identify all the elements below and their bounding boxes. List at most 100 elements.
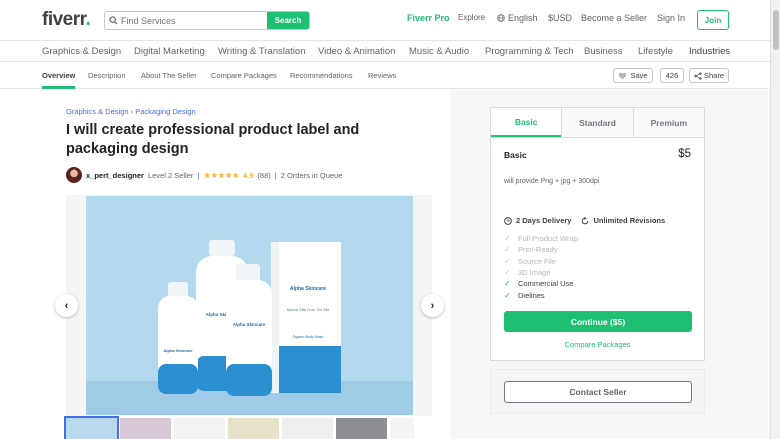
gallery-thumbnails <box>64 416 436 439</box>
contact-seller-box: Contact Seller <box>490 369 705 414</box>
category-business[interactable]: Business <box>584 46 623 57</box>
category-digital-marketing[interactable]: Digital Marketing <box>134 46 205 57</box>
check-icon: ✓ <box>504 268 511 278</box>
gallery-prev-button[interactable]: ‹ <box>55 294 78 317</box>
share-label: Share <box>703 71 724 80</box>
feature-item: ✓ Print-Ready <box>504 244 578 255</box>
feature-label: Full Product Wrap <box>518 234 578 244</box>
breadcrumb-graphics-design[interactable]: Graphics & Design <box>66 107 129 116</box>
feature-label: Print-Ready <box>518 245 558 255</box>
feature-item: ✓ Full Product Wrap <box>504 233 578 244</box>
top-header: fiverr. Find Services Search Fiverr Pro … <box>0 0 780 41</box>
tab-standard[interactable]: Standard <box>561 108 633 137</box>
tab-premium[interactable]: Premium <box>632 108 704 137</box>
gallery-thumbnail[interactable] <box>174 418 225 439</box>
language-selector[interactable]: English <box>497 13 538 23</box>
package-tabs: Basic Standard Premium <box>491 108 704 138</box>
breadcrumb-separator: › <box>130 107 134 116</box>
scrollbar-thumb[interactable] <box>773 10 779 50</box>
gallery-thumbnail[interactable] <box>120 418 171 439</box>
chevron-left-icon: ‹ <box>64 299 69 312</box>
gallery-next-button[interactable]: › <box>421 294 444 317</box>
compare-packages-link[interactable]: Compare Packages <box>491 340 704 349</box>
active-tab-indicator <box>42 86 75 89</box>
box-tagline-text: Natural Gifts From The Nile <box>287 308 330 312</box>
subnav-overview[interactable]: Overview <box>42 71 75 80</box>
box-brand-text: Alpha Skincare <box>290 286 326 292</box>
gig-gallery: Alpha Skincare Natural Gifts From The Ni… <box>66 195 432 416</box>
fiverr-logo[interactable]: fiverr. <box>42 9 91 31</box>
delivery-label: 2 Days Delivery <box>516 216 572 225</box>
gig-main-image[interactable]: Alpha Skincare Natural Gifts From The Ni… <box>86 196 413 415</box>
package-name: Basic <box>504 150 527 160</box>
sign-in-link[interactable]: Sign In <box>657 13 685 23</box>
search-placeholder: Find Services <box>121 15 176 26</box>
star-rating-icon: ★★★★★ <box>203 169 239 180</box>
become-seller-link[interactable]: Become a Seller <box>581 13 647 23</box>
subnav-about-seller[interactable]: About The Seller <box>141 71 197 80</box>
join-button[interactable]: Join <box>697 10 729 30</box>
divider: | <box>274 170 277 180</box>
gallery-thumbnail[interactable] <box>228 418 279 439</box>
search-icon <box>109 16 118 25</box>
gig-subnav: Overview Description About The Seller Co… <box>0 63 770 89</box>
globe-icon <box>497 14 505 22</box>
page-scrollbar[interactable] <box>770 0 780 439</box>
seller-avatar[interactable] <box>66 167 82 183</box>
logo-text: fiverr <box>42 9 86 30</box>
feature-label: 3D Image <box>518 268 551 278</box>
tab-basic[interactable]: Basic <box>491 108 562 137</box>
revision-icon <box>582 216 589 224</box>
check-icon: ✓ <box>504 234 511 244</box>
category-lifestyle[interactable]: Lifestyle <box>638 46 673 57</box>
seller-name[interactable]: x_pert_designer <box>86 171 144 180</box>
subnav-reviews[interactable]: Reviews <box>368 71 396 80</box>
gallery-thumbnail[interactable] <box>64 416 119 439</box>
gallery-thumbnail[interactable] <box>336 418 387 439</box>
currency-selector[interactable]: $USD <box>548 13 572 23</box>
check-icon: ✓ <box>504 256 511 266</box>
continue-button[interactable]: Continue ($5) <box>504 311 692 332</box>
review-count[interactable]: (88) <box>257 171 270 180</box>
subnav-compare-packages[interactable]: Compare Packages <box>211 71 277 80</box>
subnav-description[interactable]: Description <box>88 71 126 80</box>
fiverr-pro-link[interactable]: Fiverr Pro <box>407 13 450 23</box>
save-button[interactable]: Save <box>613 68 653 83</box>
package-description: will provide Png + jpg + 300dpi <box>504 178 600 185</box>
gallery-thumbnail[interactable] <box>282 418 333 439</box>
package-meta: 2 Days Delivery Unlimited Revisions <box>504 216 665 225</box>
search-button[interactable]: Search <box>267 12 309 29</box>
heart-icon <box>619 72 627 80</box>
feature-label: Commercial Use <box>518 279 574 289</box>
check-icon: ✓ <box>504 245 511 255</box>
category-programming-tech[interactable]: Programming & Tech <box>485 46 574 57</box>
subnav-recommendations[interactable]: Recommendations <box>290 71 353 80</box>
category-video-animation[interactable]: Video & Animation <box>318 46 395 57</box>
package-price: $5 <box>678 148 691 160</box>
box-product-text: Organic Body Wash <box>293 335 324 339</box>
search-bar: Find Services Search <box>104 11 310 30</box>
rating-score: 4.9 <box>242 170 254 180</box>
revisions: Unlimited Revisions <box>581 216 665 225</box>
share-icon <box>694 71 702 80</box>
feature-item: ✓ Dielines <box>504 289 578 300</box>
category-industries[interactable]: Industries <box>689 46 730 57</box>
explore-link[interactable]: Explore <box>458 13 485 22</box>
category-graphics-design[interactable]: Graphics & Design <box>42 46 121 57</box>
logo-dot: . <box>85 9 91 30</box>
feature-label: Dielines <box>518 290 545 300</box>
breadcrumb-packaging-design[interactable]: Packaging Design <box>135 107 195 116</box>
category-music-audio[interactable]: Music & Audio <box>409 46 469 57</box>
check-icon: ✓ <box>504 290 511 300</box>
category-nav: Graphics & Design Digital Marketing Writ… <box>0 42 770 62</box>
orders-in-queue: 2 Orders in Queue <box>280 170 343 180</box>
seller-overview: x_pert_designer Level 2 Seller | ★★★★★ 4… <box>66 167 342 183</box>
category-writing-translation[interactable]: Writing & Translation <box>218 46 305 57</box>
chevron-right-icon: › <box>430 299 435 312</box>
gallery-thumbnail[interactable] <box>390 418 414 439</box>
search-input[interactable]: Find Services <box>105 12 267 29</box>
package-features: ✓ Full Product Wrap ✓ Print-Ready ✓ Source … <box>504 233 578 301</box>
share-button[interactable]: Share <box>689 68 729 83</box>
contact-seller-button[interactable]: Contact Seller <box>504 381 692 403</box>
language-label: English <box>508 13 538 23</box>
